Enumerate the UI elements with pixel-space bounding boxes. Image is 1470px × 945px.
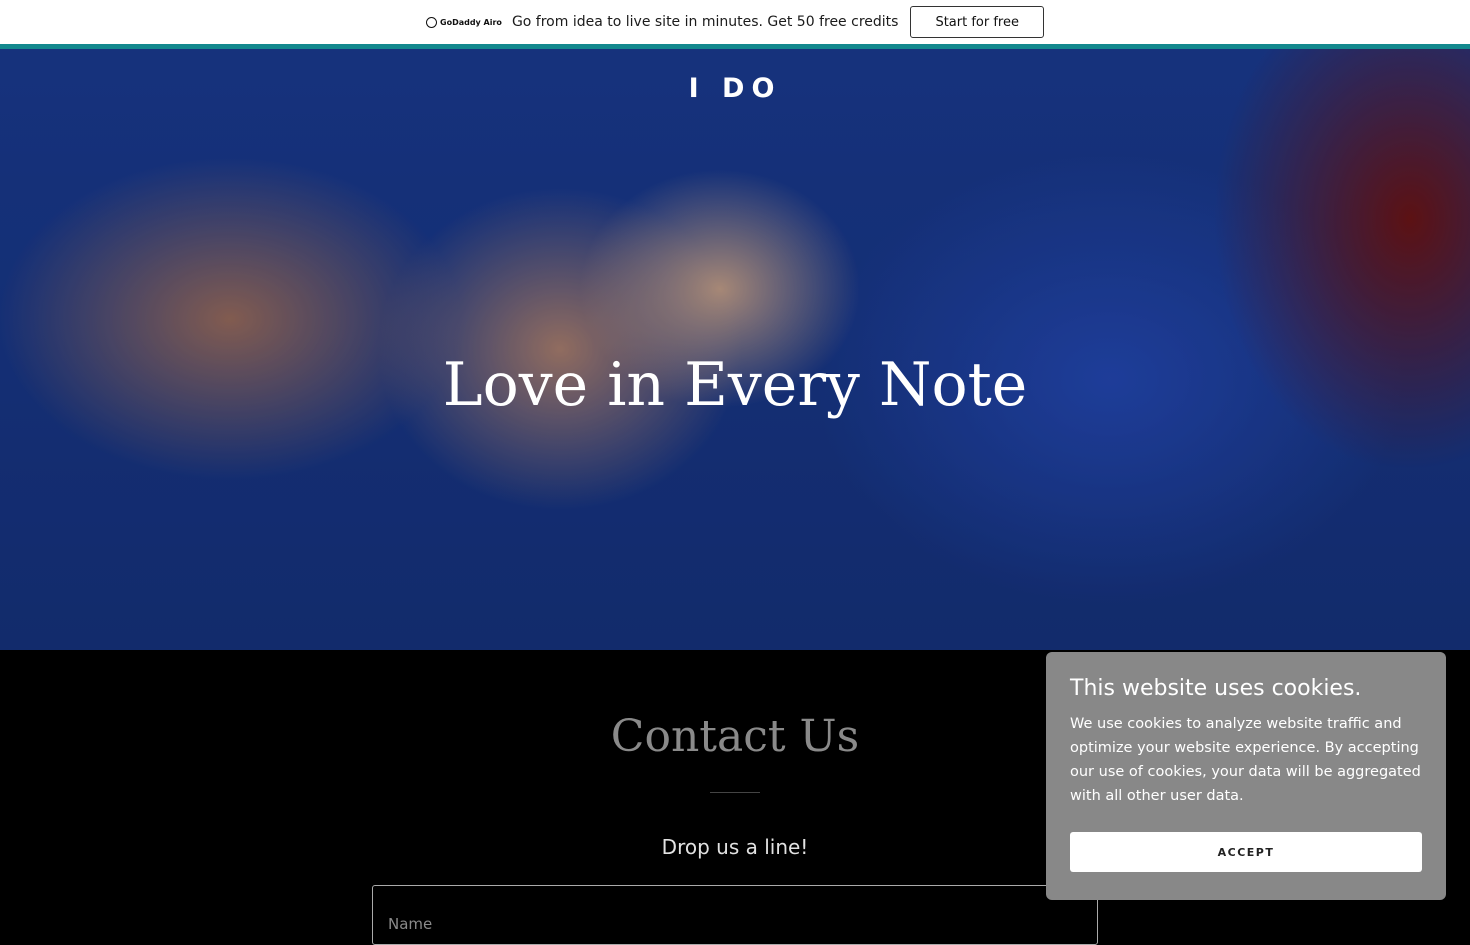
hero-section: I DO Love in Every Note <box>0 49 1470 650</box>
promo-text: Go from idea to live site in minutes. Ge… <box>511 14 899 30</box>
site-logo[interactable]: I DO <box>0 73 1470 104</box>
cookie-banner: This website uses cookies. We use cookie… <box>1046 652 1446 900</box>
cookie-banner-title: This website uses cookies. <box>1070 676 1362 701</box>
cookie-banner-text: We use cookies to analyze website traffi… <box>1070 716 1421 804</box>
godaddy-logo-icon <box>426 16 437 28</box>
hero-title: Love in Every Note <box>442 350 1028 420</box>
heading-divider <box>710 792 760 793</box>
name-input[interactable] <box>372 885 1098 945</box>
start-for-free-button[interactable]: Start for free <box>910 6 1044 38</box>
godaddy-airo-logo[interactable]: GoDaddy Airo <box>426 16 502 28</box>
brand-label: GoDaddy Airo <box>440 17 502 27</box>
promo-bar: GoDaddy Airo Go from idea to live site i… <box>0 0 1470 44</box>
accept-cookies-button[interactable]: ACCEPT <box>1070 832 1422 872</box>
